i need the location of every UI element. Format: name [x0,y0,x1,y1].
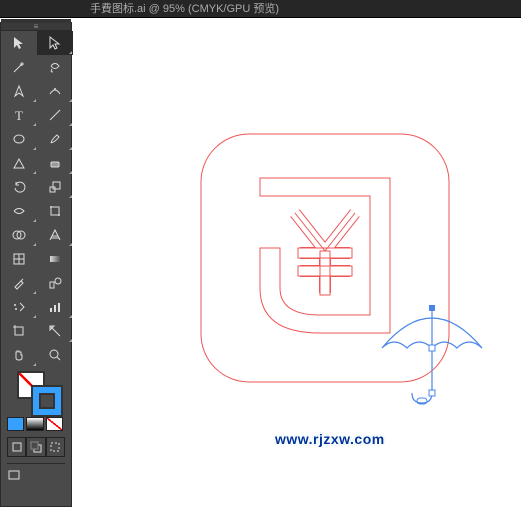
color-area [1,367,71,483]
ellipse-tool[interactable] [1,127,37,151]
tool-grid: T [1,31,71,367]
title-bar: 手費图标.ai @ 95% (CMYK/GPU 预览) [0,0,521,18]
curvature-tool[interactable] [37,79,73,103]
lasso-tool[interactable] [37,55,73,79]
slice-tool[interactable] [37,319,73,343]
tools-panel: ≡ T [0,22,72,507]
free-transform-tool[interactable] [37,199,73,223]
watermark-text: www.rjzxw.com [275,431,385,447]
column-graph-tool[interactable] [37,295,73,319]
symbol-sprayer-tool[interactable] [1,295,37,319]
draw-inside[interactable] [46,437,65,457]
shaper-tool[interactable] [1,151,37,175]
hand-tool[interactable] [1,343,37,367]
gradient-tool[interactable] [37,247,73,271]
paintbrush-tool[interactable] [37,127,73,151]
eraser-tool[interactable] [37,151,73,175]
rotate-tool[interactable] [1,175,37,199]
selection-tool[interactable] [1,31,37,55]
eyedropper-tool[interactable] [1,271,37,295]
color-mode-row [7,417,65,433]
draw-normal[interactable] [7,437,26,457]
solid-color-swatch[interactable] [7,417,24,431]
gradient-swatch[interactable] [26,417,43,431]
artwork-umbrella[interactable] [372,298,492,418]
shape-builder-tool[interactable] [1,223,37,247]
mesh-tool[interactable] [1,247,37,271]
screen-modes [7,463,65,483]
perspective-grid-tool[interactable] [37,223,73,247]
width-tool[interactable] [1,199,37,223]
artboard-tool[interactable] [1,319,37,343]
draw-behind[interactable] [26,437,45,457]
scale-tool[interactable] [37,175,73,199]
none-swatch[interactable] [46,417,63,431]
panel-grip[interactable]: ≡ [1,23,71,31]
blend-tool[interactable] [37,271,73,295]
pen-tool[interactable] [1,79,37,103]
zoom-tool[interactable] [37,343,73,367]
document-title: 手費图标.ai @ 95% (CMYK/GPU 预览) [0,0,521,18]
type-tool[interactable]: T [1,103,37,127]
change-screen-mode[interactable] [7,468,29,486]
svg-text:T: T [15,108,23,122]
canvas-area[interactable]: www.rjzxw.com [80,18,521,507]
direct-selection-tool[interactable] [37,31,73,55]
line-segment-tool[interactable] [37,103,73,127]
draw-modes [7,437,65,459]
magic-wand-tool[interactable] [1,55,37,79]
stroke-swatch[interactable] [33,387,61,415]
fill-stroke-indicator[interactable] [17,371,61,415]
